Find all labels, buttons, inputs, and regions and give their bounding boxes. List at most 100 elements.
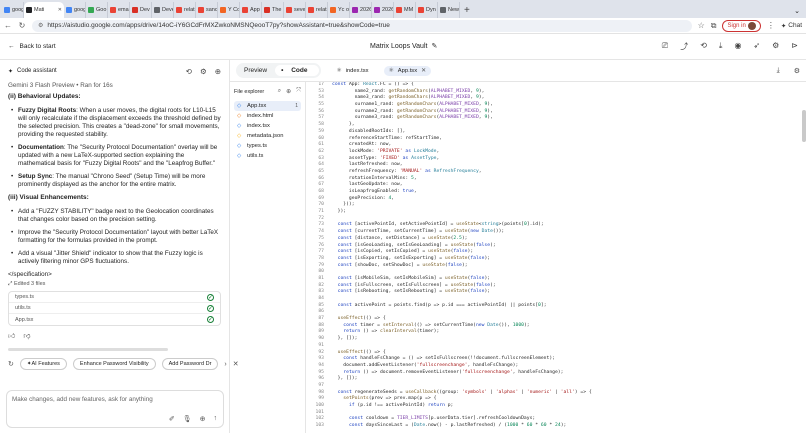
url-field[interactable]: ⚙ https://aistudio.google.com/apps/drive… bbox=[32, 19, 692, 32]
browser-tab[interactable]: 2026✕ bbox=[350, 2, 372, 18]
code-line: 65 refreshFrequency: 'MANUAL' as Refresh… bbox=[308, 169, 802, 176]
code-editor[interactable]: 17 const App: React.FC = () => {53 name2_… bbox=[308, 82, 802, 433]
settings-icon[interactable]: ⚙ bbox=[200, 67, 207, 76]
browser-tab[interactable]: goog✕ bbox=[2, 2, 24, 18]
edited-file-row[interactable]: types.ts ✓ bbox=[9, 292, 220, 303]
mic-icon[interactable]: 🎙︎ bbox=[183, 415, 192, 423]
file-tab-index[interactable]: ⚛ index.tsx bbox=[331, 66, 373, 76]
refresh-icon[interactable]: ↻ bbox=[8, 360, 14, 368]
search-icon[interactable]: ⌕ bbox=[278, 88, 281, 95]
browser-tab[interactable]: goog✕ bbox=[64, 2, 86, 18]
url-text: https://aistudio.google.com/apps/drive/1… bbox=[47, 22, 390, 29]
scroll-progress-bar[interactable] bbox=[8, 348, 168, 351]
file-tree-item[interactable]: ◇ index.tsx bbox=[234, 121, 301, 131]
browser-tab[interactable]: Goo✕ bbox=[86, 2, 108, 18]
browser-tab[interactable]: emai✕ bbox=[108, 2, 130, 18]
code-text: disabledRootIds: [], bbox=[332, 128, 406, 134]
tsx-file-icon: ⚛ bbox=[388, 67, 394, 74]
edited-file-list: types.ts ✓ utils.ts ✓ App.tsx ✓ bbox=[8, 291, 221, 326]
share-icon[interactable]: ⤴ bbox=[680, 41, 688, 52]
bullet-item: Setup Sync: The manual "Chrono Seed" (Se… bbox=[11, 173, 221, 189]
history-icon[interactable]: ⟲ bbox=[700, 41, 707, 52]
site-info-icon[interactable]: ⚙ bbox=[38, 22, 43, 29]
download-icon[interactable]: ⤓ bbox=[777, 67, 780, 75]
browser-tab[interactable]: 2026✕ bbox=[372, 2, 394, 18]
download-icon[interactable]: ⤓ bbox=[719, 41, 723, 52]
thumbs-down-icon[interactable]: 👎︎ bbox=[23, 331, 30, 340]
prompt-input[interactable]: Make changes, add new features, ask for … bbox=[6, 390, 224, 428]
tab-code[interactable]: • Code bbox=[275, 65, 320, 76]
file-tree-item[interactable]: ◇ App.tsx 1 bbox=[234, 101, 301, 111]
add-icon[interactable]: ⊕ bbox=[215, 67, 221, 76]
edited-files-label[interactable]: ⤢ Edited 3 files bbox=[8, 281, 221, 288]
browser-tab[interactable]: seve✕ bbox=[284, 2, 306, 18]
chevron-right-icon[interactable]: › bbox=[224, 361, 226, 368]
browser-tab[interactable]: Mati ✕ bbox=[24, 2, 64, 18]
extensions-icon[interactable]: ⧉ bbox=[711, 21, 717, 31]
settings-icon[interactable]: ⚙ bbox=[794, 67, 800, 75]
file-tree-item[interactable]: ◇ utils.ts bbox=[234, 151, 301, 161]
save-icon[interactable]: ⎚ bbox=[662, 41, 668, 52]
browser-tab[interactable]: Y Co✕ bbox=[218, 2, 240, 18]
sidebar-toggle-icon[interactable]: ⊳ bbox=[791, 41, 798, 52]
sign-in-button[interactable]: Sign in bbox=[722, 19, 761, 32]
code-text: surname1_rand: getRandomChars(ALPHABET_M… bbox=[332, 102, 493, 108]
edited-file-row[interactable]: App.tsx ✓ bbox=[9, 314, 220, 325]
file-explorer: File explorer ⌕ ⊕ ⤧ ◇ App.tsx 1 ◇ index.html… bbox=[230, 82, 306, 433]
browser-tab-label: Goo bbox=[96, 7, 107, 13]
send-icon[interactable]: ↑ bbox=[214, 415, 218, 423]
app-title-text: Matrix Loops Vault bbox=[370, 42, 428, 50]
edited-file-name: types.ts bbox=[15, 294, 34, 300]
new-tab-icon[interactable]: + bbox=[464, 5, 470, 16]
edit-title-icon[interactable]: ✎ bbox=[431, 42, 437, 50]
menu-icon[interactable]: ⋮ bbox=[767, 21, 775, 30]
add-icon[interactable]: ⊕ bbox=[200, 415, 206, 423]
browser-tab[interactable]: New✕ bbox=[438, 2, 460, 18]
reload-icon[interactable]: ↻ bbox=[18, 21, 26, 30]
browser-tab[interactable]: Dyn✕ bbox=[416, 2, 438, 18]
code-line: 103 const daysSinceLast = (Date.now() - … bbox=[308, 423, 802, 430]
browser-tab-label: The bbox=[272, 7, 282, 13]
bullet-item: Add a visual "Jitter Shield" indicator t… bbox=[11, 250, 221, 266]
favicon-icon bbox=[374, 7, 380, 13]
back-arrow-icon[interactable]: ← bbox=[4, 21, 12, 30]
browser-tab[interactable]: sanc✕ bbox=[196, 2, 218, 18]
star-icon[interactable]: ☆ bbox=[698, 21, 705, 30]
chevron-down-icon[interactable]: ⌄ bbox=[794, 7, 800, 15]
close-tab-icon[interactable]: ✕ bbox=[58, 7, 62, 13]
file-tree-item[interactable]: ◇ index.html bbox=[234, 111, 301, 121]
code-line: 99 setPoints(prev => prev.map(p => { bbox=[308, 396, 802, 403]
code-text: }, bbox=[332, 122, 355, 128]
magic-icon[interactable]: ✐ bbox=[169, 415, 175, 423]
editor-scrollbar[interactable] bbox=[802, 110, 806, 142]
file-tab-app[interactable]: ⚛ App.tsx ✕ bbox=[383, 65, 431, 76]
settings-icon[interactable]: ⚙ bbox=[772, 41, 779, 52]
browser-tab[interactable]: App✕ bbox=[240, 2, 262, 18]
browser-tab[interactable]: relati✕ bbox=[174, 2, 196, 18]
browser-tab[interactable]: The✕ bbox=[262, 2, 284, 18]
code-line: 93 const handleFsChange = () => setIsFul… bbox=[308, 356, 802, 363]
file-tree-item[interactable]: ◇ types.ts bbox=[234, 141, 301, 151]
deploy-icon[interactable]: ➶ bbox=[753, 41, 760, 52]
thumbs-up-icon[interactable]: 👍︎ bbox=[8, 331, 15, 340]
browser-tab[interactable]: Deve✕ bbox=[152, 2, 174, 18]
close-tab-icon[interactable]: ✕ bbox=[421, 68, 426, 74]
suggestion-chip[interactable]: Enhance Password Visibility bbox=[72, 358, 156, 370]
code-text: const daysSinceLast = (Date.now() - p.la… bbox=[348, 423, 567, 429]
code-line: 96 }, []); bbox=[308, 376, 802, 383]
history-icon[interactable]: ⟲ bbox=[186, 67, 192, 76]
browser-tab[interactable]: Yc o✕ bbox=[328, 2, 350, 18]
browser-tab[interactable]: Dev✕ bbox=[130, 2, 152, 18]
chat-button[interactable]: ✦ Chat bbox=[781, 22, 802, 30]
suggestion-chip[interactable]: ✦ AI Features bbox=[19, 358, 67, 370]
edited-file-row[interactable]: utils.ts ✓ bbox=[9, 303, 220, 314]
tab-preview[interactable]: Preview bbox=[238, 65, 273, 76]
browser-tab[interactable]: MM✕ bbox=[394, 2, 416, 18]
suggestion-chip[interactable]: Add Password Dr bbox=[161, 358, 219, 370]
add-file-icon[interactable]: ⊕ bbox=[286, 88, 291, 95]
collapse-icon[interactable]: ⤧ bbox=[296, 88, 301, 95]
github-icon[interactable]: ◉ bbox=[734, 41, 741, 52]
back-to-start-button[interactable]: ← Back to start bbox=[8, 43, 56, 50]
file-tree-item[interactable]: ◇ metadata.json bbox=[234, 131, 301, 141]
browser-tab[interactable]: relat✕ bbox=[306, 2, 328, 18]
